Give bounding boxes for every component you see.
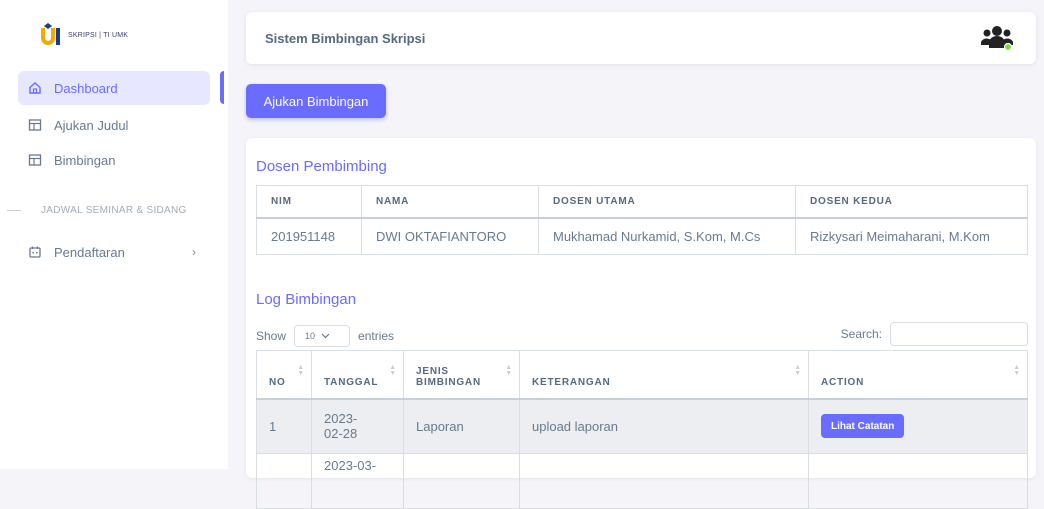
table-search: Search: — [841, 322, 1028, 346]
table-cell — [519, 453, 809, 509]
divider — [7, 210, 21, 211]
entries-length-control: Show 10 entries — [256, 325, 394, 347]
sidebar-item-label: Bimbingan — [54, 152, 116, 168]
chevron-down-icon — [321, 333, 330, 339]
sidebar-item-label: Ajukan Judul — [54, 117, 129, 133]
table-cell — [403, 453, 520, 509]
layout-icon — [28, 153, 42, 167]
lihat-catatan-button[interactable]: Lihat Catatan — [821, 414, 905, 439]
sort-icon: ▲ ▼ — [297, 364, 305, 377]
table-row: 201951148 DWI OKTAFIANTORO Mukhamad Nurk… — [256, 217, 1028, 255]
column-header-label: TANGGAL — [324, 376, 379, 388]
table-cell: Lihat Catatan — [808, 398, 1028, 454]
column-header-jenis[interactable]: JENIS BIMBINGAN ▲ ▼ — [403, 350, 520, 400]
column-header-label: JENIS BIMBINGAN — [416, 365, 481, 388]
sort-icon: ▲ ▼ — [389, 364, 397, 377]
table-cell: 2023-02-28 — [311, 398, 404, 454]
entries-select-value: 10 — [305, 331, 316, 341]
table-cell — [256, 453, 312, 509]
sidebar-item-bimbingan[interactable]: Bimbingan — [18, 143, 210, 177]
search-label: Search: — [840, 327, 882, 341]
chevron-right-icon: › — [192, 245, 196, 259]
log-bimbingan-title: Log Bimbingan — [256, 291, 357, 308]
sort-icon: ▲ ▼ — [505, 364, 513, 377]
column-header: DOSEN KEDUA — [795, 185, 1028, 219]
column-header: DOSEN UTAMA — [538, 185, 796, 219]
sidebar-item-pendaftaran[interactable]: Pendaftaran › — [18, 235, 210, 269]
table-cell: 1 — [256, 398, 312, 454]
table-cell: Laporan — [403, 398, 520, 454]
sidebar-item-ajukan-judul[interactable]: Ajukan Judul — [18, 108, 210, 142]
logo-text: SKRIPSI | TI UMK — [68, 31, 129, 39]
entries-label: entries — [358, 329, 395, 343]
home-icon — [28, 81, 42, 95]
column-header: NAMA — [361, 185, 539, 219]
navbar-title: Sistem Bimbingan Skripsi — [265, 30, 426, 46]
dosen-table: NIM NAMA DOSEN UTAMA DOSEN KEDUA 2019511… — [256, 185, 1028, 255]
main-card: Dosen Pembimbing NIM NAMA DOSEN UTAMA DO… — [246, 138, 1036, 509]
sort-icon: ▲ ▼ — [794, 364, 802, 377]
column-header-action[interactable]: ACTION ▲ ▼ — [808, 350, 1028, 400]
table-cell: 2023-03- — [311, 453, 404, 509]
date-text: 2023-03- — [324, 458, 377, 473]
calendar-icon — [28, 245, 42, 259]
entries-select[interactable]: 10 — [294, 325, 351, 347]
column-header: NIM — [256, 185, 362, 219]
column-header-label: ACTION — [821, 376, 865, 388]
table-cell: Rizkysari Meimaharani, M.Kom — [795, 217, 1028, 255]
layout-icon — [28, 118, 42, 132]
date-text: 2023-02-28 — [324, 411, 358, 442]
column-header-label: KETERANGAN — [532, 376, 611, 388]
table-cell — [808, 453, 1028, 509]
log-table: NO ▲ ▼ TANGGAL ▲ ▼ JENIS BIMBINGAN ▲ ▼ KETERAN… — [256, 350, 1028, 509]
active-indicator — [220, 71, 224, 104]
column-header-label: NO — [269, 376, 286, 388]
sidebar-item-dashboard[interactable]: Dashboard — [18, 71, 210, 105]
users-icon[interactable] — [980, 24, 1014, 52]
logo-icon — [41, 23, 60, 45]
search-input[interactable] — [890, 322, 1028, 346]
column-header-keterangan[interactable]: KETERANGAN ▲ ▼ — [519, 350, 809, 400]
column-header-tanggal[interactable]: TANGGAL ▲ ▼ — [311, 350, 404, 400]
sidebar: SKRIPSI | TI UMK Dashboard Ajukan Judul … — [0, 0, 228, 469]
column-header-no[interactable]: NO ▲ ▼ — [256, 350, 312, 400]
table-cell: Mukhamad Nurkamid, S.Kom, M.Cs — [538, 217, 796, 255]
show-label: Show — [256, 329, 287, 343]
dosen-pembimbing-title: Dosen Pembimbing — [256, 158, 387, 175]
top-navbar: Sistem Bimbingan Skripsi — [246, 12, 1036, 64]
table-cell: DWI OKTAFIANTORO — [361, 217, 539, 255]
table-cell: upload laporan — [519, 398, 809, 454]
sidebar-section-header: JADWAL SEMINAR & SIDANG — [0, 205, 187, 216]
table-row: 2023-03- — [256, 453, 1028, 509]
sidebar-item-label: Pendaftaran — [54, 244, 125, 260]
table-cell: 201951148 — [256, 217, 362, 255]
sidebar-item-label: Dashboard — [54, 80, 118, 96]
table-row: 1 2023-02-28 Laporan upload laporan Liha… — [256, 398, 1028, 454]
sort-icon: ▲ ▼ — [1013, 364, 1021, 377]
ajukan-bimbingan-button[interactable]: Ajukan Bimbingan — [246, 84, 386, 118]
app-logo[interactable]: SKRIPSI | TI UMK — [38, 22, 128, 48]
section-header-label: JADWAL SEMINAR & SIDANG — [41, 205, 187, 216]
